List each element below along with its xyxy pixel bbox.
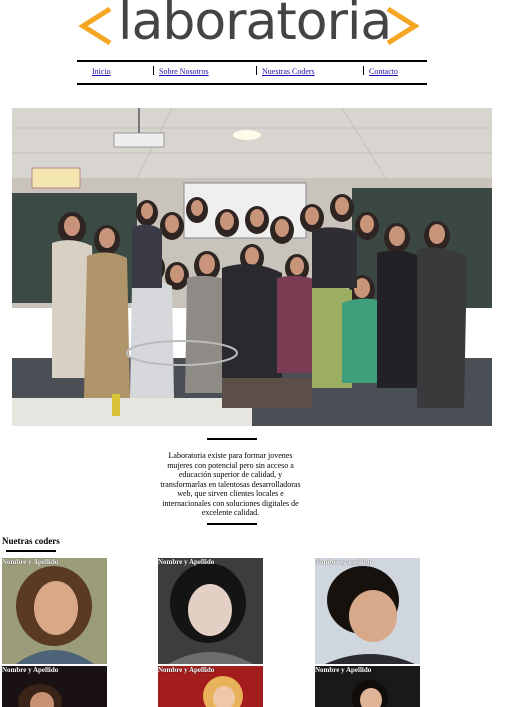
chevron-right-icon <box>386 6 420 46</box>
coder-card[interactable]: Nombre y Apellido <box>158 558 263 664</box>
coders-title-underline <box>6 550 56 552</box>
coder-card[interactable]: Nombre y Apellido <box>315 666 420 707</box>
intro-bottom-divider <box>207 523 257 525</box>
intro-top-divider <box>207 438 257 440</box>
nav-separator <box>256 66 257 75</box>
nav-link-inicio[interactable]: Inicio <box>92 67 111 76</box>
site-logo[interactable]: laboratoria <box>78 0 420 54</box>
nav-separator <box>153 66 154 75</box>
hero-group-photo <box>12 108 492 426</box>
logo-wordmark: laboratoria <box>118 0 392 52</box>
coder-card[interactable]: Nombre y Apellido <box>158 666 263 707</box>
nav-link-sobre-nosotros[interactable]: Sobre Nosotros <box>159 67 209 76</box>
intro-paragraph: Laboratoria existe para formar jovenes m… <box>160 451 301 517</box>
nav-separator <box>363 66 364 75</box>
nav-link-contacto[interactable]: Contacto <box>369 67 398 76</box>
coder-card[interactable]: Nombre y Apellido <box>315 558 420 664</box>
coder-name: Nombre y Apellido <box>2 666 59 674</box>
coder-photo <box>315 558 420 664</box>
coders-section-title: Nuetras coders <box>2 536 60 546</box>
coder-name: Nombre y Apellido <box>158 558 215 566</box>
coder-name: Nombre y Apellido <box>315 558 372 566</box>
coder-name: Nombre y Apellido <box>158 666 215 674</box>
coder-card[interactable]: Nombre y Apellido <box>2 666 107 707</box>
coder-photo <box>158 558 263 664</box>
group-photo-image <box>12 108 492 426</box>
coder-card[interactable]: Nombre y Apellido <box>2 558 107 664</box>
coder-name: Nombre y Apellido <box>315 666 372 674</box>
coder-name: Nombre y Apellido <box>2 558 59 566</box>
main-nav: Inicio Sobre Nosotros Nuestras Coders Co… <box>77 60 427 85</box>
chevron-left-icon <box>78 6 112 46</box>
nav-link-nuestras-coders[interactable]: Nuestras Coders <box>262 67 315 76</box>
coder-photo <box>2 558 107 664</box>
